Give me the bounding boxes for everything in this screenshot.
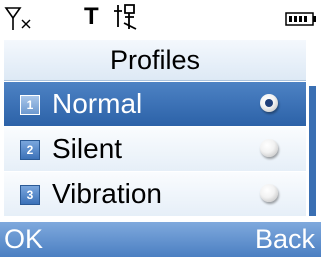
softkey-bar: OK Back bbox=[0, 222, 321, 257]
number-badge: 2 bbox=[20, 140, 40, 160]
ok-softkey[interactable]: OK bbox=[4, 222, 43, 257]
scrollbar[interactable] bbox=[309, 86, 316, 216]
jp-icon bbox=[114, 4, 137, 30]
profile-label: Normal bbox=[52, 88, 143, 119]
signal-off-icon bbox=[4, 7, 31, 30]
radio-unselected-icon[interactable] bbox=[260, 184, 278, 202]
t-indicator: T bbox=[84, 3, 99, 30]
profile-item-silent[interactable]: 2 Silent bbox=[4, 127, 306, 171]
radio-unselected-icon[interactable] bbox=[260, 139, 278, 157]
profile-item-normal[interactable]: 1 Normal bbox=[4, 82, 306, 126]
profile-item-vibration[interactable]: 3 Vibration bbox=[4, 172, 306, 216]
radio-selected-icon[interactable] bbox=[260, 94, 278, 112]
profile-label: Vibration bbox=[52, 178, 163, 209]
number-badge: 3 bbox=[20, 185, 40, 205]
battery-icon bbox=[285, 12, 316, 26]
back-softkey[interactable]: Back bbox=[255, 222, 315, 257]
profile-label: Silent bbox=[52, 133, 123, 164]
status-bar: T bbox=[0, 0, 321, 36]
profiles-list: 1 Normal 2 Silent 3 Vibration bbox=[4, 82, 306, 217]
number-badge: 1 bbox=[20, 95, 40, 115]
page-title: Profiles bbox=[4, 40, 306, 81]
